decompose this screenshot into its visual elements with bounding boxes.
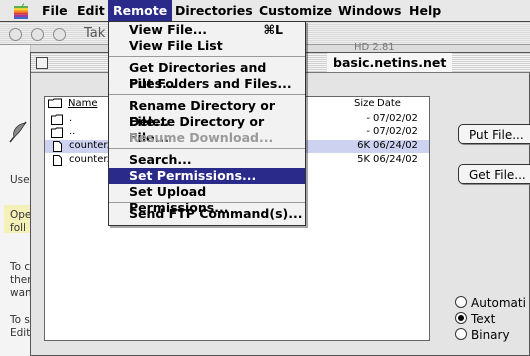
feather-icon: [9, 121, 27, 143]
menu-separator: [109, 94, 305, 95]
apple-menu-icon[interactable]: [13, 2, 29, 19]
file-name: ..: [69, 126, 76, 137]
menu-edit[interactable]: Edit: [72, 0, 110, 21]
column-date-header[interactable]: Date: [377, 98, 401, 109]
radio-label: Binary: [471, 328, 510, 342]
folder-icon: [51, 127, 63, 138]
document-icon: [53, 141, 62, 152]
menu-separator: [109, 56, 305, 57]
menu-item-view-file-list[interactable]: View File List: [109, 38, 305, 54]
radio-label: Automati: [471, 296, 526, 310]
radio-button[interactable]: [455, 296, 467, 308]
menu-file[interactable]: File: [37, 0, 73, 21]
background-content: [0, 45, 31, 356]
file-size: 5K: [357, 154, 370, 165]
background-text-line: foll: [10, 222, 26, 234]
background-text-line: Ope: [10, 209, 32, 221]
zoom-button[interactable]: [53, 28, 66, 41]
background-text-line: Edit: [10, 327, 31, 339]
menu-item-view-file[interactable]: View File... ⌘L: [109, 22, 305, 38]
radio-binary[interactable]: Binary: [455, 328, 510, 342]
menu-item-label: View File...: [129, 22, 207, 37]
menu-separator: [109, 148, 305, 149]
background-text-line: To c: [10, 261, 31, 273]
menu-remote[interactable]: Remote: [108, 0, 173, 21]
background-text-line: Use: [10, 174, 30, 186]
menu-item-get-directories-and-files[interactable]: Get Directories and Files...: [109, 60, 305, 91]
folder-icon: [48, 98, 62, 108]
menu-windows[interactable]: Windows: [333, 0, 407, 21]
column-name-header[interactable]: Name: [68, 98, 98, 109]
menu-item-resume-download: Resume Download...: [129, 130, 274, 145]
file-size: -: [366, 126, 370, 137]
menu-item-put-folders-and-files[interactable]: Put Folders and Files...: [109, 76, 305, 92]
menu-item-set-upload-permissions[interactable]: Set Upload Permissions...: [109, 184, 305, 215]
folder-icon: [51, 114, 63, 125]
file-size: 6K: [357, 140, 370, 151]
menu-item-delete[interactable]: Delete Directory or File...: [109, 114, 305, 145]
menu-customize[interactable]: Customize: [254, 0, 337, 21]
window-close-box[interactable]: [36, 57, 48, 69]
file-name: .: [69, 113, 73, 124]
file-date: 07/02/02: [373, 113, 418, 124]
menu-separator: [109, 202, 305, 203]
get-file-button[interactable]: Get File...: [458, 164, 530, 184]
close-button[interactable]: [9, 28, 22, 41]
put-file-button[interactable]: Put File...: [458, 124, 530, 144]
column-size-header[interactable]: Size: [354, 98, 375, 109]
document-icon: [53, 155, 62, 166]
radio-automatic[interactable]: Automati: [455, 296, 526, 310]
menu-help[interactable]: Help: [404, 0, 446, 21]
background-window-title: Tak: [84, 26, 106, 41]
radio-button[interactable]: [455, 328, 467, 340]
menu-directories[interactable]: Directories: [170, 0, 258, 21]
radio-text[interactable]: Text: [455, 312, 495, 326]
minimize-button[interactable]: [31, 28, 44, 41]
menu-item-search[interactable]: Search...: [109, 152, 305, 168]
radio-button-selected[interactable]: [455, 312, 467, 324]
window-title: basic.netins.net: [327, 53, 453, 72]
file-size: -: [366, 113, 370, 124]
menu-item-send-ftp-command[interactable]: Send FTP Command(s)...: [109, 206, 305, 222]
file-date: 06/24/02: [373, 140, 418, 151]
menu-item-rename[interactable]: Rename Directory or File...: [109, 98, 305, 129]
menu-item-set-permissions[interactable]: Set Permissions...: [109, 168, 305, 184]
radio-label: Text: [471, 312, 496, 326]
menu-item-shortcut: ⌘L: [263, 22, 283, 37]
file-date: 07/02/02: [373, 126, 418, 137]
file-date: 06/24/02: [373, 154, 418, 165]
background-text-line: To s: [10, 314, 30, 326]
